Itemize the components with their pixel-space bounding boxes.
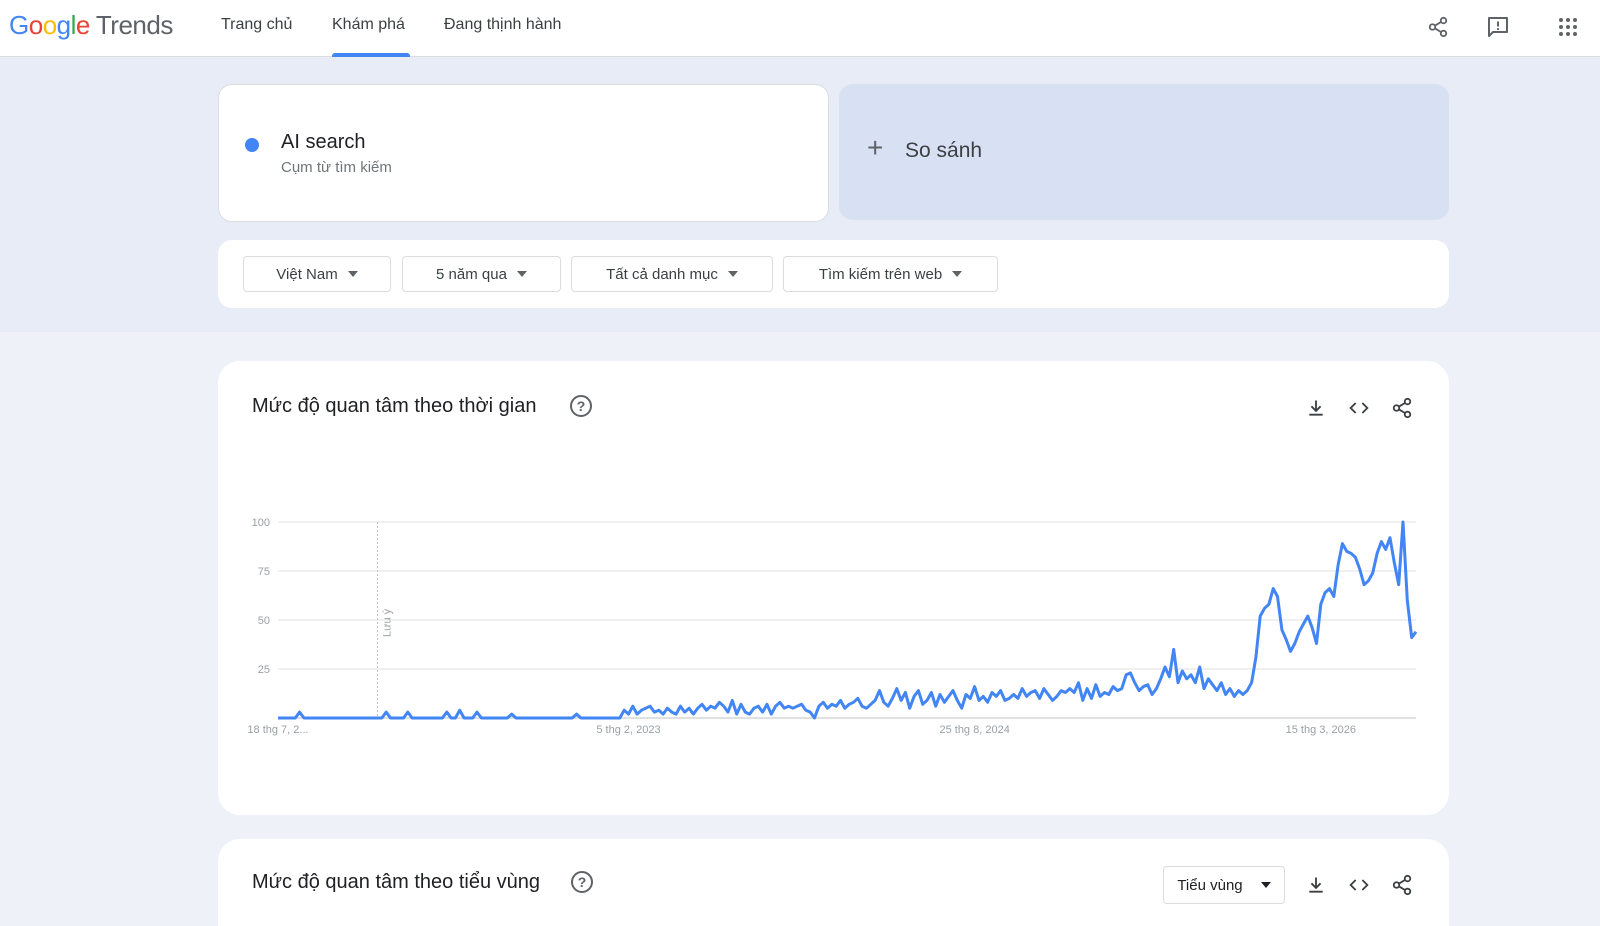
filter-search-type-label: Tìm kiếm trên web [818, 265, 943, 283]
compare-button[interactable]: + So sánh [839, 84, 1449, 220]
filter-category[interactable]: Tất cả danh mục [571, 256, 773, 292]
dropdown-caret-icon [952, 271, 963, 277]
x-tick-label: 25 thg 8, 2024 [939, 724, 1009, 736]
filter-location[interactable]: Việt Nam [243, 256, 391, 292]
tab-explore[interactable]: Khám phá [332, 16, 405, 34]
active-tab-indicator [332, 53, 410, 57]
filter-time-label: 5 năm qua [436, 265, 507, 283]
embed-code-icon[interactable] [1346, 872, 1372, 898]
term-color-dot [245, 138, 259, 152]
x-tick-label: 5 thg 2, 2023 [596, 724, 660, 736]
interest-over-time-card: Mức độ quan tâm theo thời gian ? 25 50 75 1… [218, 361, 1449, 815]
dropdown-caret-icon [1260, 882, 1271, 888]
plus-icon: + [867, 132, 884, 163]
share-icon[interactable] [1389, 872, 1415, 898]
y-tick-label: 50 [258, 615, 270, 627]
help-icon[interactable]: ? [571, 871, 593, 893]
y-tick-label: 100 [252, 517, 270, 529]
filter-time-range[interactable]: 5 năm qua [402, 256, 561, 292]
filter-location-label: Việt Nam [276, 265, 338, 283]
dropdown-caret-icon [516, 271, 527, 277]
region-select-label: Tiểu vùng [1177, 876, 1243, 894]
download-icon[interactable] [1303, 872, 1329, 898]
y-tick-label: 25 [258, 664, 270, 676]
apps-grid-icon[interactable] [1553, 12, 1583, 42]
interest-by-region-title: Mức độ quan tâm theo tiểu vùng [252, 871, 541, 893]
x-tick-label: 15 thg 3, 2026 [1286, 724, 1356, 736]
search-term-type: Cụm từ tìm kiếm [281, 159, 392, 176]
google-trends-logo[interactable]: Google Trends [9, 10, 173, 41]
tab-trending[interactable]: Đang thịnh hành [444, 16, 561, 34]
filter-search-type[interactable]: Tìm kiếm trên web [783, 256, 998, 292]
dropdown-caret-icon [347, 271, 358, 277]
x-tick-label: 18 thg 7, 2... [247, 724, 308, 736]
feedback-icon[interactable] [1483, 12, 1513, 42]
search-term-name: AI search [281, 131, 366, 153]
interest-by-region-card: Mức độ quan tâm theo tiểu vùng ? Tiểu vù… [218, 839, 1449, 926]
search-term-card[interactable]: AI search Cụm từ tìm kiếm [218, 84, 829, 222]
filter-category-label: Tất cả danh mục [606, 265, 718, 283]
region-resolution-select[interactable]: Tiểu vùng [1163, 866, 1285, 904]
interest-line-chart: 25 50 75 100 Lưu ý 18 thg 7, 2... 5 thg 2, 202… [247, 517, 1418, 736]
logo-google-wordmark: Google [9, 10, 90, 40]
share-icon[interactable] [1423, 12, 1453, 42]
compare-label: So sánh [905, 139, 983, 162]
dropdown-caret-icon [727, 271, 738, 277]
filter-bar: Việt Nam 5 năm qua Tất cả danh mục Tìm k… [218, 240, 1449, 308]
annotation-label: Lưu ý [382, 608, 394, 637]
y-tick-label: 75 [258, 566, 270, 578]
tab-home[interactable]: Trang chủ [221, 16, 292, 34]
top-app-bar: Google Trends Trang chủ Khám phá Đang thị… [0, 0, 1600, 57]
logo-product-name: Trends [95, 10, 173, 40]
